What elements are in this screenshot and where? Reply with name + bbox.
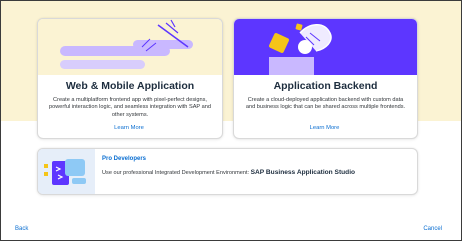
web-mobile-card[interactable]: Web & Mobile Application Create a multip…	[37, 18, 223, 139]
back-button[interactable]: Back	[15, 226, 28, 232]
pro-developers-description: Use our professional Integrated Developm…	[102, 169, 355, 176]
pro-developers-card[interactable]: Pro Developers Use our professional Inte…	[37, 148, 418, 195]
code-window-icon	[38, 149, 95, 194]
web-mobile-learn-more-link[interactable]: Learn More	[37, 125, 221, 131]
web-mobile-illustration	[38, 19, 222, 75]
pro-developers-title: Pro Developers	[102, 156, 147, 162]
application-backend-card[interactable]: Application Backend Create a cloud-deplo…	[233, 18, 418, 139]
pro-description-text: Use our professional Integrated Developm…	[102, 170, 250, 176]
web-mobile-description: Create a multiplatform frontend app with…	[49, 97, 211, 118]
application-backend-description: Create a cloud-deployed application back…	[245, 97, 406, 111]
cancel-button[interactable]: Cancel	[423, 226, 442, 232]
pro-developers-illustration	[38, 149, 95, 194]
application-backend-illustration	[234, 19, 417, 75]
web-mobile-title: Web & Mobile Application	[65, 80, 195, 92]
application-backend-learn-more-link[interactable]: Learn More	[233, 125, 416, 131]
sap-business-application-studio-label: SAP Business Application Studio	[250, 169, 356, 176]
application-backend-title: Application Backend	[273, 80, 378, 92]
